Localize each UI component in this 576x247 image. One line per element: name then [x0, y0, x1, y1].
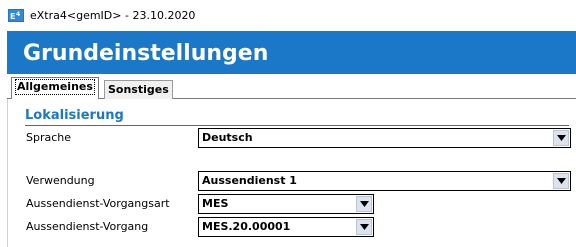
- page-title: Grundeinstellungen: [23, 41, 269, 66]
- tab-sonstiges-label: Sonstiges: [108, 83, 169, 96]
- verwendung-dropdown-button[interactable]: [553, 173, 569, 189]
- sprache-select[interactable]: Deutsch: [198, 128, 571, 148]
- vorgangsart-label: Aussendienst-Vorgangsart: [26, 197, 170, 210]
- sprache-dropdown-button[interactable]: [553, 130, 569, 146]
- chevron-down-icon: [359, 224, 369, 230]
- page-header: Grundeinstellungen: [7, 31, 576, 74]
- sprache-value: Deutsch: [202, 131, 253, 144]
- vorgang-value: MES.20.00001: [202, 220, 291, 233]
- vorgangsart-select[interactable]: MES: [198, 194, 374, 214]
- tab-content: Lokalisierung Sprache Deutsch Verwendung…: [7, 99, 576, 247]
- vorgangsart-value: MES: [202, 197, 229, 210]
- vorgang-select[interactable]: MES.20.00001: [198, 217, 374, 237]
- sprache-label: Sprache: [26, 131, 72, 144]
- section-divider: [25, 125, 569, 126]
- tab-allgemeines-label: Allgemeines: [15, 79, 95, 95]
- chevron-down-icon: [359, 201, 369, 207]
- tab-allgemeines[interactable]: Allgemeines: [11, 77, 99, 99]
- window-titlebar: E 4 eXtra4<gemID> - 23.10.2020: [0, 0, 576, 30]
- chevron-down-icon: [556, 178, 566, 184]
- svg-text:E: E: [10, 12, 15, 21]
- svg-text:4: 4: [16, 11, 20, 18]
- verwendung-value: Aussendienst 1: [202, 174, 297, 187]
- vorgangsart-dropdown-button[interactable]: [356, 196, 372, 212]
- verwendung-select[interactable]: Aussendienst 1: [198, 171, 571, 191]
- app-icon: E 4: [8, 9, 24, 22]
- vorgang-label: Aussendienst-Vorgang: [26, 220, 149, 233]
- chevron-down-icon: [556, 135, 566, 141]
- window-title: eXtra4<gemID> - 23.10.2020: [30, 9, 196, 22]
- verwendung-label: Verwendung: [26, 174, 95, 187]
- vorgang-dropdown-button[interactable]: [356, 219, 372, 235]
- tab-sonstiges[interactable]: Sonstiges: [104, 80, 173, 99]
- section-title: Lokalisierung: [25, 108, 124, 123]
- tab-strip: Allgemeines Sonstiges: [7, 77, 576, 99]
